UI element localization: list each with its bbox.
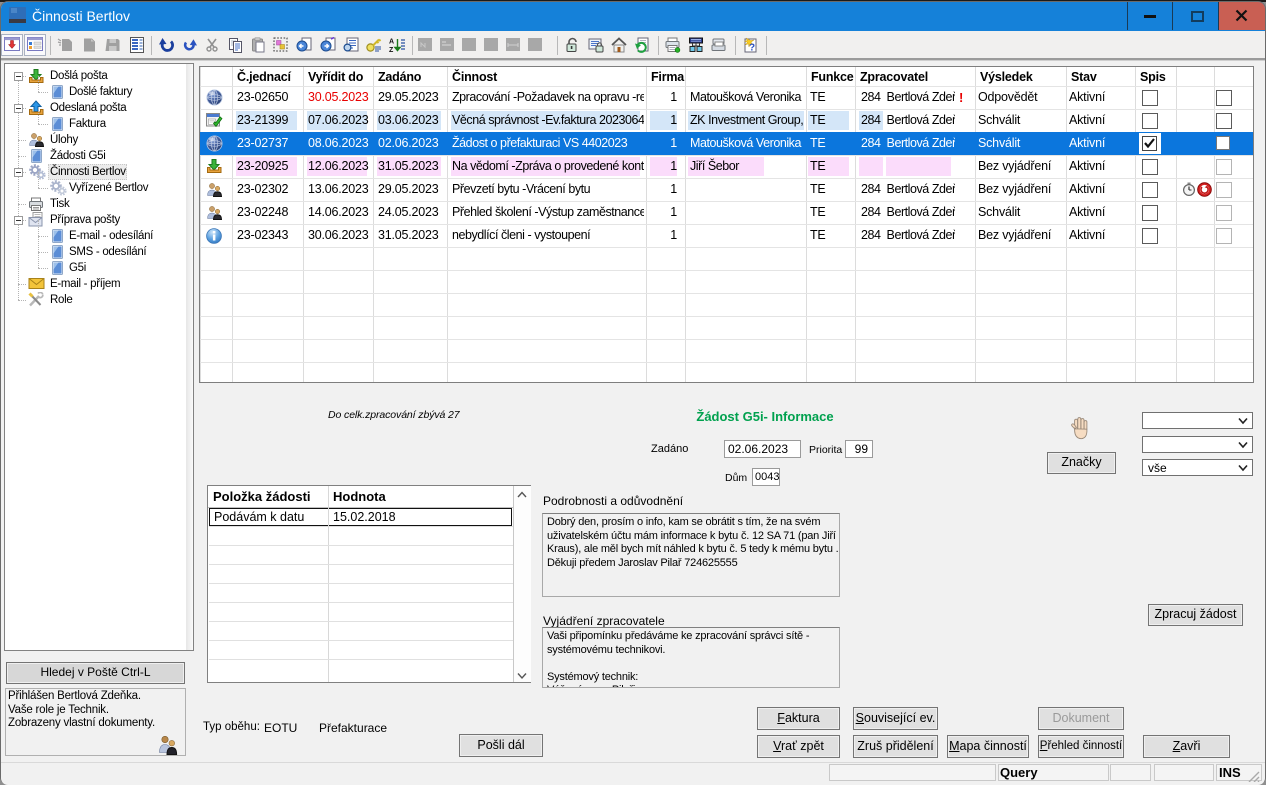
svg-text:?: ? <box>749 43 755 54</box>
svg-text:A: A <box>389 39 394 46</box>
svg-text:Z: Z <box>389 47 394 53</box>
